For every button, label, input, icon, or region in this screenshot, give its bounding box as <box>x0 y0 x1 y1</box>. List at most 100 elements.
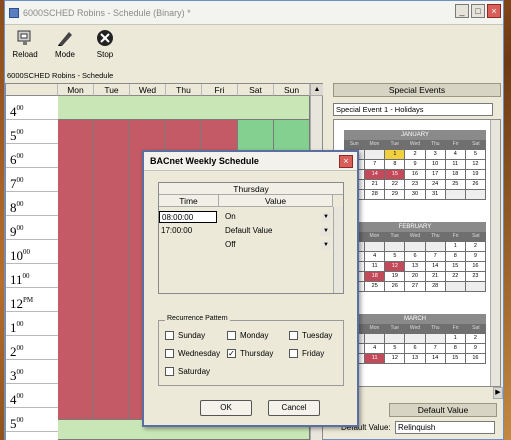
time-cell[interactable] <box>159 239 217 251</box>
hour-label: 500 <box>6 408 58 432</box>
hour-label: 400 <box>6 384 58 408</box>
special-events-heading: Special Events <box>333 83 501 97</box>
hour-label: 100 <box>6 312 58 336</box>
chevron-down-icon[interactable]: ▼ <box>321 226 331 236</box>
reload-label: Reload <box>12 50 38 59</box>
pencil-icon <box>54 27 76 49</box>
value-cell[interactable]: Off <box>223 239 321 251</box>
calendar-month: FEBRUARY SunMonTueWedThuFriSat 12 345678… <box>344 222 486 292</box>
stop-label: Stop <box>96 50 114 59</box>
time-column-header: Time <box>159 195 219 207</box>
table-row[interactable]: 08:00:00 On ▼ <box>159 211 333 223</box>
time-cell[interactable]: 17:00:00 <box>159 225 217 237</box>
checkbox-tuesday[interactable]: Tuesday <box>289 331 332 340</box>
calendar-month: MARCH SunMonTueWedThuFriSat 12 3456789 1… <box>344 314 486 364</box>
checkbox-sunday[interactable]: Sunday <box>165 331 205 340</box>
chevron-down-icon[interactable]: ▼ <box>321 240 331 250</box>
hour-column: 400 500 600 700 800 900 1000 1100 12PM 1… <box>6 96 58 432</box>
stop-icon <box>94 27 116 49</box>
close-button[interactable]: × <box>487 4 501 18</box>
checkbox-box[interactable] <box>165 349 174 358</box>
day-header-fri: Fri <box>202 84 238 96</box>
hour-label: 200 <box>6 336 58 360</box>
toolbar: Reload Mode Stop <box>5 27 503 67</box>
value-column-header: Value <box>219 195 333 207</box>
month-title: MARCH <box>344 314 486 324</box>
reload-button[interactable]: Reload <box>7 27 43 67</box>
schedule-label: 6000SCHED Robins - Schedule <box>7 71 114 80</box>
calendar-scrollbar[interactable] <box>490 120 500 386</box>
checkmark-icon[interactable]: ✓ <box>227 349 236 358</box>
day-title: Thursday <box>159 183 343 195</box>
mode-label: Mode <box>54 50 75 59</box>
hour-label: 900 <box>6 216 58 240</box>
recurrence-group: Recurrence Pattern Sunday Monday Tuesday… <box>158 315 344 386</box>
schedule-block-tue[interactable] <box>94 120 130 420</box>
calendar-month: JANUARY SunMonTueWedThuFriSat 12345 6789… <box>344 130 486 200</box>
schedule-block-off[interactable] <box>58 96 310 120</box>
hour-label: 400 <box>6 96 58 120</box>
scroll-up-icon[interactable]: ▲ <box>311 84 323 96</box>
checkbox-wednesday[interactable]: Wednesday <box>165 349 220 358</box>
day-header-mon: Mon <box>58 84 94 96</box>
day-header-sun: Sun <box>274 84 310 96</box>
day-grid[interactable]: 12 3456789 10111213141516 17181920212223… <box>344 241 486 292</box>
weekday-row: SunMonTueWedThuFriSat <box>344 324 486 333</box>
checkbox-box[interactable] <box>289 349 298 358</box>
time-cell[interactable]: 08:00:00 <box>159 211 217 223</box>
checkbox-friday[interactable]: Friday <box>289 349 324 358</box>
hour-label: 600 <box>6 144 58 168</box>
day-header-sat: Sat <box>238 84 274 96</box>
hour-label: 500 <box>6 120 58 144</box>
day-grid[interactable]: 12 3456789 10111213141516 <box>344 333 486 364</box>
scroll-right-icon[interactable]: ▶ <box>493 387 503 399</box>
day-grid[interactable]: 12345 6789101112 13141516171819 20212223… <box>344 149 486 200</box>
cancel-button[interactable]: Cancel <box>268 400 320 416</box>
maximize-button[interactable]: □ <box>471 4 485 18</box>
checkbox-box[interactable] <box>227 331 236 340</box>
app-icon <box>9 7 19 18</box>
default-value-select[interactable]: Relinquish <box>395 421 495 434</box>
hour-label: 700 <box>6 168 58 192</box>
day-header-wed: Wed <box>130 84 166 96</box>
day-header-tue: Tue <box>94 84 130 96</box>
default-value-heading: Default Value <box>389 403 497 417</box>
stop-button[interactable]: Stop <box>87 27 123 67</box>
hour-label: 1100 <box>6 264 58 288</box>
recurrence-label: Recurrence Pattern <box>165 315 230 322</box>
checkbox-box[interactable] <box>165 367 174 376</box>
schedule-table: Thursday Time Value 08:00:00 On ▼ 17:00:… <box>158 182 344 294</box>
corner-header <box>6 84 58 96</box>
weekday-row: SunMonTueWedThuFriSat <box>344 140 486 149</box>
dialog-title: BACnet Weekly Schedule <box>144 152 357 171</box>
window-title: 6000SCHED Robins - Schedule (Binary) * <box>23 7 191 18</box>
value-cell[interactable]: On <box>223 211 321 223</box>
weekly-schedule-dialog: BACnet Weekly Schedule × Thursday Time V… <box>142 150 359 427</box>
table-row[interactable]: 17:00:00 Default Value ▼ <box>159 225 333 237</box>
table-row[interactable]: Off ▼ <box>159 239 333 251</box>
checkbox-monday[interactable]: Monday <box>227 331 268 340</box>
value-cell[interactable]: Default Value <box>223 225 321 237</box>
mode-button[interactable]: Mode <box>47 27 83 67</box>
month-title: FEBRUARY <box>344 222 486 232</box>
weekday-row: SunMonTueWedThuFriSat <box>344 232 486 241</box>
minimize-button[interactable]: _ <box>455 4 469 18</box>
hour-label: 12PM <box>6 288 58 312</box>
checkbox-box[interactable] <box>165 331 174 340</box>
chevron-down-icon[interactable]: ▼ <box>321 212 331 222</box>
dialog-close-icon[interactable]: × <box>339 155 353 168</box>
hour-label: 800 <box>6 192 58 216</box>
checkbox-box[interactable] <box>289 331 298 340</box>
month-title: JANUARY <box>344 130 486 140</box>
schedule-block-mon[interactable] <box>58 120 94 420</box>
ok-button[interactable]: OK <box>200 400 252 416</box>
day-header-thu: Thu <box>166 84 202 96</box>
reload-icon <box>14 27 36 49</box>
title-bar: 6000SCHED Robins - Schedule (Binary) * _… <box>5 1 503 25</box>
hour-label: 300 <box>6 360 58 384</box>
hour-label: 1000 <box>6 240 58 264</box>
table-scrollbar[interactable] <box>333 207 343 293</box>
special-event-select[interactable]: Special Event 1 - Holidays <box>333 103 493 116</box>
checkbox-saturday[interactable]: Saturday <box>165 367 210 376</box>
checkbox-thursday[interactable]: ✓ Thursday <box>227 349 273 358</box>
